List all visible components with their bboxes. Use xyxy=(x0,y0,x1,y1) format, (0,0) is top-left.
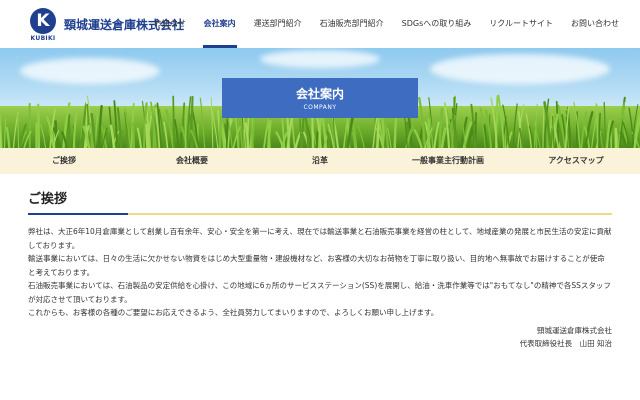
hero-banner: 会社案内 COMPANY xyxy=(0,48,640,148)
company-logo[interactable]: K KUBIKI xyxy=(26,8,60,42)
subnav-item-action-plan[interactable]: 一般事業主行動計画 xyxy=(384,148,512,174)
greeting-paragraph: 輸送事業においては、日々の生活に欠かせない物資をはじめ大型重量物・建設機材など、… xyxy=(28,254,605,277)
greeting-paragraph: 石油販売事業においては、石油製品の安定供給を心掛け、この地域に6ヵ所のサービスス… xyxy=(28,281,611,304)
signature-block: 頸城運送倉庫株式会社 代表取締役社長 山田 知治 xyxy=(28,324,612,354)
section-subnav: ご挨拶 会社概要 沿革 一般事業主行動計画 アクセスマップ xyxy=(0,148,640,174)
cloud-decoration xyxy=(430,54,610,84)
section-title: ご挨拶 xyxy=(28,192,68,207)
subnav-item-greeting[interactable]: ご挨拶 xyxy=(0,148,128,174)
nav-item-sdgs[interactable]: SDGsへの取り組み xyxy=(393,0,481,48)
logo-k-icon: K xyxy=(30,8,56,34)
cloud-decoration xyxy=(20,58,160,84)
greeting-paragraph: これからも、お客様の各種のご要望にお応えできるよう、全社員努力してまいりますので… xyxy=(28,308,439,317)
title-underline xyxy=(28,213,612,215)
nav-item-contact[interactable]: お問い合わせ xyxy=(562,0,628,48)
greeting-section: ご挨拶 弊社は、大正6年10月倉庫業として創業し百有余年、安心・安全を第一に考え… xyxy=(28,188,612,354)
logo-wordmark: KUBIKI xyxy=(30,35,56,42)
cloud-decoration xyxy=(260,50,380,68)
nav-item-recruit[interactable]: リクルートサイト xyxy=(480,0,562,48)
subnav-item-overview[interactable]: 会社概要 xyxy=(128,148,256,174)
hero-subtitle: COMPANY xyxy=(303,104,337,111)
hero-title: 会社案内 xyxy=(295,87,344,101)
signature-company: 頸城運送倉庫株式会社 xyxy=(537,325,612,335)
hero-title-box: 会社案内 COMPANY xyxy=(222,78,418,118)
subnav-item-history[interactable]: 沿革 xyxy=(256,148,384,174)
subnav-item-access-map[interactable]: アクセスマップ xyxy=(512,148,640,174)
nav-item-news[interactable]: お知らせ xyxy=(145,0,195,48)
main-nav: お知らせ 会社案内 運送部門紹介 石油販売部門紹介 SDGsへの取り組み リクル… xyxy=(145,0,628,48)
nav-item-transport[interactable]: 運送部門紹介 xyxy=(245,0,311,48)
signature-name: 代表取締役社長 山田 知治 xyxy=(519,338,612,348)
nav-item-oil-sales[interactable]: 石油販売部門紹介 xyxy=(311,0,393,48)
site-header: K KUBIKI 頸城運送倉庫株式会社 お知らせ 会社案内 運送部門紹介 石油販… xyxy=(0,0,640,48)
nav-item-company[interactable]: 会社案内 xyxy=(195,0,245,48)
greeting-paragraph: 弊社は、大正6年10月倉庫業として創業し百有余年、安心・安全を第一に考え、現在で… xyxy=(28,227,612,250)
